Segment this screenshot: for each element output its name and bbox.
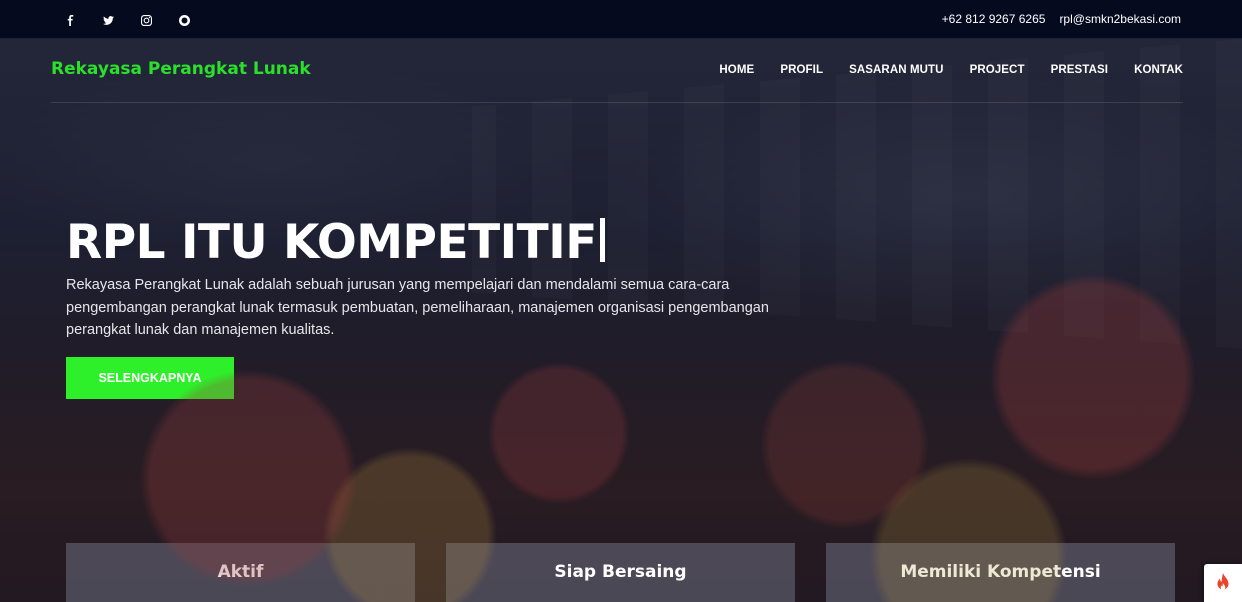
nav-home[interactable]: HOME [719, 64, 754, 76]
nav-project[interactable]: PROJECT [970, 64, 1025, 76]
email-address[interactable]: rpl@smkn2bekasi.com [1059, 12, 1181, 26]
hero-headline-text: RPL ITU KOMPETITIF [66, 215, 597, 270]
feature-cards: Aktif Siap Bersaing Memiliki Kompetensi [0, 543, 1242, 602]
flame-icon [1217, 573, 1229, 590]
google-icon[interactable] [174, 10, 194, 30]
twitter-icon[interactable] [98, 10, 118, 30]
instagram-icon[interactable] [136, 10, 156, 30]
hero-background-overlay [0, 39, 1242, 602]
main-menu: HOME PROFIL SASARAN MUTU PROJECT PRESTAS… [719, 64, 1183, 76]
feature-card-title: Siap Bersaing [554, 562, 687, 582]
selengkapnya-button[interactable]: SELENGKAPNYA [66, 357, 234, 399]
social-links [60, 10, 194, 30]
feature-card-title: Aktif [217, 562, 264, 582]
hero-section: Rekayasa Perangkat Lunak HOME PROFIL SAS… [0, 39, 1242, 602]
facebook-icon[interactable] [60, 10, 80, 30]
site-brand[interactable]: Rekayasa Perangkat Lunak [51, 59, 311, 79]
feature-card-memiliki-kompetensi: Memiliki Kompetensi [826, 543, 1175, 602]
nav-kontak[interactable]: KONTAK [1134, 64, 1183, 76]
feature-card-title: Memiliki Kompetensi [900, 562, 1101, 582]
corner-badge[interactable] [1204, 564, 1242, 602]
top-bar: +62 812 9267 6265 rpl@smkn2bekasi.com [0, 0, 1242, 39]
nav-profil[interactable]: PROFIL [780, 64, 823, 76]
hero-description: Rekayasa Perangkat Lunak adalah sebuah j… [66, 277, 769, 338]
feature-card-siap-bersaing: Siap Bersaing [446, 543, 795, 602]
contact-info: +62 812 9267 6265 rpl@smkn2bekasi.com [942, 12, 1181, 26]
hero-headline: RPL ITU KOMPETITIF [66, 215, 605, 270]
main-navbar: Rekayasa Perangkat Lunak HOME PROFIL SAS… [51, 39, 1183, 103]
phone-number: +62 812 9267 6265 [941, 12, 1046, 26]
nav-prestasi[interactable]: PRESTASI [1051, 64, 1108, 76]
feature-card-aktif: Aktif [66, 543, 415, 602]
typing-cursor [599, 218, 605, 262]
nav-sasaran-mutu[interactable]: SASARAN MUTU [849, 64, 943, 76]
